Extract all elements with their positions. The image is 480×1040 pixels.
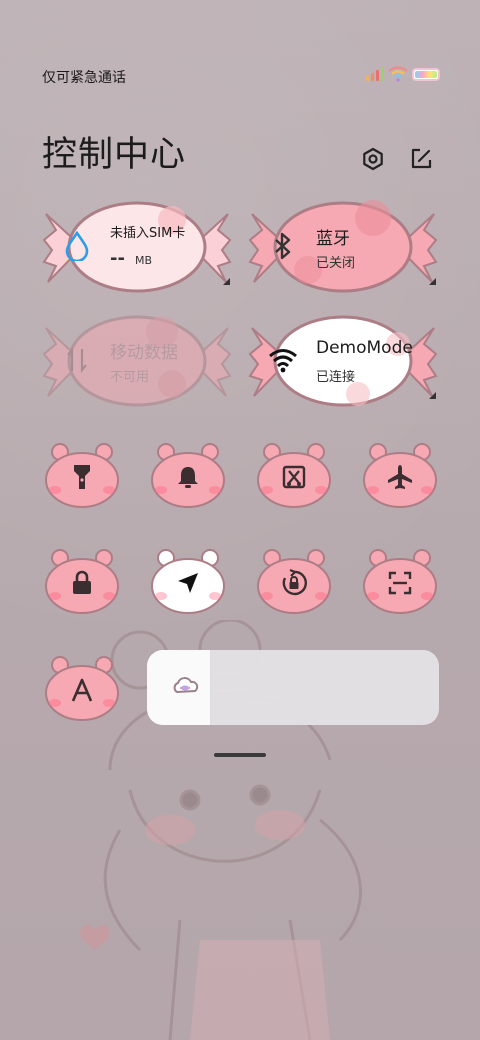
bluetooth-icon (268, 230, 298, 262)
flashlight-icon (67, 462, 97, 492)
bluetooth-card[interactable]: 蓝牙 已关闭 (248, 200, 438, 295)
expand-corner-icon (223, 278, 230, 285)
gear-icon (363, 147, 383, 171)
wifi-icon (268, 344, 298, 376)
mobile-data-status: 不可用 (110, 370, 150, 385)
status-icons (366, 66, 440, 82)
location-toggle[interactable] (149, 548, 227, 614)
status-bar: 仅可紧急通话 (0, 0, 480, 100)
bluetooth-label: 蓝牙 (316, 229, 350, 249)
edit-icon (411, 148, 432, 169)
flashlight-toggle[interactable] (43, 442, 121, 508)
bluetooth-status: 已关闭 (316, 256, 356, 271)
airplane-mode-toggle[interactable] (361, 442, 439, 508)
lock-screen-toggle[interactable] (43, 548, 121, 614)
brightness-slider[interactable] (147, 650, 439, 725)
mute-toggle[interactable] (149, 442, 227, 508)
mobile-data-card[interactable]: 移动数据 不可用 (42, 314, 232, 409)
edit-button[interactable] (408, 146, 434, 172)
airplane-icon (385, 462, 415, 492)
mobile-data-usage-card[interactable]: 未插入SIM卡 -- MB (42, 200, 232, 295)
wifi-status: 已连接 (316, 370, 356, 385)
screenshot-icon (279, 462, 309, 492)
wifi-network-name: DemoMode (316, 338, 413, 358)
rotation-lock-icon (279, 568, 309, 598)
sim-status-label: 未插入SIM卡 (110, 226, 186, 241)
carrier-text: 仅可紧急通话 (42, 70, 126, 86)
lock-icon (67, 568, 97, 598)
scan-icon (385, 568, 415, 598)
expand-corner-icon (429, 278, 436, 285)
screenshot-toggle[interactable] (255, 442, 333, 508)
water-drop-icon (62, 230, 92, 262)
wifi-card[interactable]: DemoMode 已连接 (248, 314, 438, 409)
signal-icon (366, 67, 384, 81)
brightness-cloud-icon (173, 677, 199, 694)
data-usage-value: -- MB (110, 248, 152, 269)
drag-handle[interactable] (214, 753, 266, 757)
rotation-lock-toggle[interactable] (255, 548, 333, 614)
scanner-toggle[interactable] (361, 548, 439, 614)
settings-button[interactable] (360, 146, 386, 172)
font-size-toggle[interactable] (43, 655, 121, 721)
expand-corner-icon (429, 392, 436, 399)
font-a-icon (67, 675, 97, 705)
location-icon (173, 568, 203, 598)
battery-icon (412, 67, 440, 81)
bell-icon (173, 462, 203, 492)
wifi-icon (388, 66, 408, 82)
control-center-header: 控制中心 (42, 126, 442, 176)
mobile-data-label: 移动数据 (110, 343, 178, 363)
mobile-data-arrows-icon (62, 344, 92, 376)
